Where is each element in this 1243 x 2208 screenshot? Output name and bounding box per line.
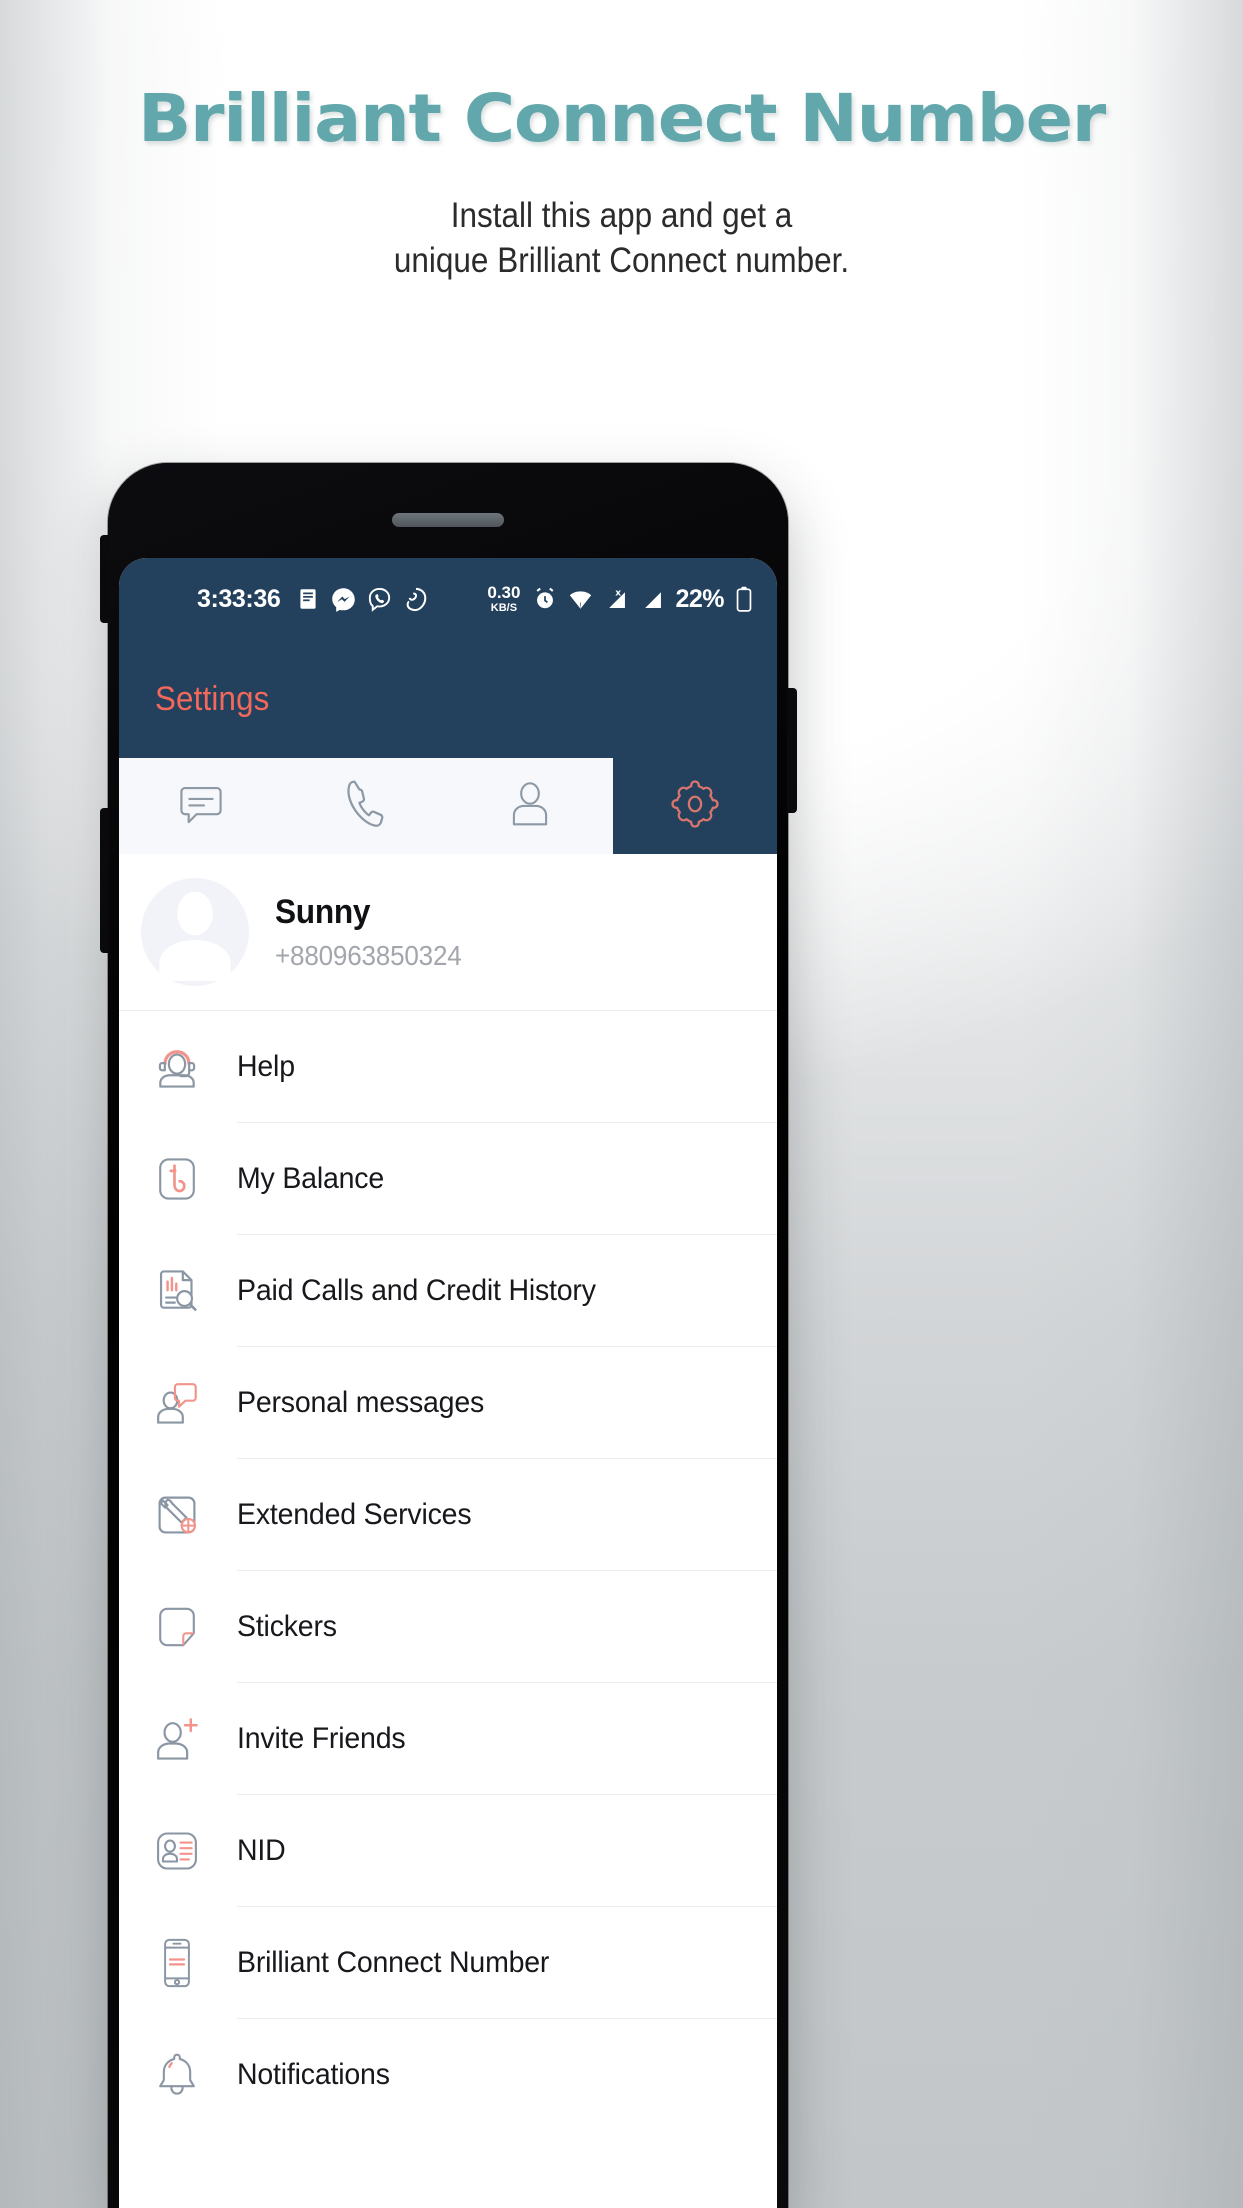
speaker-grille-icon bbox=[392, 513, 504, 527]
person-add-icon bbox=[141, 1710, 213, 1768]
menu-item-label: Extended Services bbox=[237, 1497, 472, 1531]
svg-text:x: x bbox=[616, 588, 622, 598]
support-headset-icon bbox=[141, 1038, 213, 1096]
id-card-icon bbox=[141, 1823, 213, 1879]
page-subtitle-line-1: Install this app and get a bbox=[450, 196, 793, 235]
menu-item-label: Help bbox=[237, 1049, 295, 1083]
menu-item-invite-friends[interactable]: Invite Friends bbox=[119, 1683, 777, 1795]
status-bar-right-group: 0.30 KB/S ! x 22% bbox=[487, 584, 755, 614]
person-icon bbox=[502, 776, 558, 837]
poster-headline-block: Brilliant Connect Number Install this ap… bbox=[0, 86, 1243, 284]
profile-text: Sunny +880963850324 bbox=[275, 893, 476, 972]
menu-item-label: Notifications bbox=[237, 2058, 390, 2091]
profile-name: Sunny bbox=[275, 892, 371, 931]
menu-item-notifications[interactable]: Notifications bbox=[119, 2019, 777, 2131]
page-title: Brilliant Connect Number bbox=[137, 80, 1106, 157]
tab-contacts[interactable] bbox=[448, 758, 613, 854]
battery-icon bbox=[733, 585, 755, 613]
menu-item-label: Invite Friends bbox=[237, 1721, 406, 1755]
tab-chats[interactable] bbox=[119, 758, 284, 854]
menu-label-container: My Balance bbox=[237, 1123, 777, 1235]
menu-label-container: Brilliant Connect Number bbox=[237, 1907, 777, 2019]
chat-bubble-icon bbox=[172, 775, 230, 838]
phone-button-left-lower[interactable] bbox=[100, 808, 109, 953]
menu-label-container: Personal messages bbox=[237, 1347, 777, 1459]
avatar bbox=[141, 878, 249, 986]
settings-content: Sunny +880963850324 Help My Balance Paid… bbox=[119, 854, 777, 2208]
menu-item-label: Paid Calls and Credit History bbox=[237, 1273, 596, 1307]
app-bar-title: Settings bbox=[155, 679, 270, 718]
menu-item-label: Stickers bbox=[237, 1609, 337, 1643]
menu-item-paid-calls-and-credit-history[interactable]: Paid Calls and Credit History bbox=[119, 1235, 777, 1347]
menu-item-label: Brilliant Connect Number bbox=[237, 1945, 550, 1979]
menu-item-brilliant-connect-number[interactable]: Brilliant Connect Number bbox=[119, 1907, 777, 2019]
menu-label-container: Paid Calls and Credit History bbox=[237, 1235, 777, 1347]
network-speed-unit: KB/S bbox=[490, 602, 518, 614]
sticker-icon bbox=[141, 1599, 213, 1655]
menu-item-label: My Balance bbox=[237, 1161, 385, 1195]
status-bar-left-group: 3:33:36 bbox=[197, 585, 429, 614]
tab-bar bbox=[119, 758, 777, 854]
bell-icon bbox=[141, 2047, 213, 2103]
status-bar: 3:33:36 0.30 KB/S ! x 22% bbox=[119, 558, 777, 640]
page-subtitle: Install this app and get a unique Brilli… bbox=[62, 194, 1181, 284]
taka-balance-icon bbox=[141, 1151, 213, 1207]
wrench-settings-icon bbox=[141, 1486, 213, 1544]
svg-text:!: ! bbox=[580, 601, 583, 609]
viber-icon bbox=[366, 586, 393, 613]
imo-icon bbox=[402, 586, 429, 613]
messenger-icon bbox=[330, 586, 357, 613]
document-notification-icon bbox=[295, 586, 321, 612]
wifi-icon: ! bbox=[567, 586, 594, 613]
alarm-icon bbox=[532, 586, 558, 612]
battery-percent-label: 22% bbox=[675, 584, 724, 613]
network-speed-value: 0.30 bbox=[487, 583, 521, 602]
page-subtitle-line-2: unique Brilliant Connect number. bbox=[393, 240, 850, 280]
menu-item-label: Personal messages bbox=[237, 1385, 485, 1419]
menu-label-container: Extended Services bbox=[237, 1459, 777, 1571]
profile-phone-number: +880963850324 bbox=[275, 939, 462, 971]
phone-button-right[interactable] bbox=[787, 688, 797, 813]
menu-label-container: Invite Friends bbox=[237, 1683, 777, 1795]
menu-item-extended-services[interactable]: Extended Services bbox=[119, 1459, 777, 1571]
signal-sim1-icon: x bbox=[603, 586, 630, 613]
signal-sim2-icon bbox=[639, 586, 666, 613]
profile-row[interactable]: Sunny +880963850324 bbox=[119, 854, 777, 1011]
tab-calls[interactable] bbox=[283, 758, 448, 854]
menu-label-container: Notifications bbox=[237, 2019, 777, 2131]
menu-label-container: Stickers bbox=[237, 1571, 777, 1683]
menu-item-personal-messages[interactable]: Personal messages bbox=[119, 1347, 777, 1459]
phone-handset-icon bbox=[336, 774, 396, 839]
menu-item-stickers[interactable]: Stickers bbox=[119, 1571, 777, 1683]
phone-mockup: 3:33:36 0.30 KB/S ! x 22% Settings Sunny… bbox=[100, 463, 797, 2208]
app-bar: Settings bbox=[119, 640, 777, 758]
document-search-icon bbox=[141, 1262, 213, 1320]
menu-item-my-balance[interactable]: My Balance bbox=[119, 1123, 777, 1235]
menu-item-nid[interactable]: NID bbox=[119, 1795, 777, 1907]
tab-settings[interactable] bbox=[612, 758, 777, 854]
default-avatar-icon bbox=[141, 878, 249, 986]
menu-item-label: NID bbox=[237, 1833, 286, 1867]
menu-label-container: NID bbox=[237, 1795, 777, 1907]
phone-button-left-upper[interactable] bbox=[100, 535, 109, 623]
phone-screen: 3:33:36 0.30 KB/S ! x 22% Settings Sunny… bbox=[119, 558, 777, 2208]
menu-item-help[interactable]: Help bbox=[119, 1011, 777, 1123]
menu-label-container: Help bbox=[237, 1011, 777, 1123]
person-message-icon bbox=[141, 1374, 213, 1432]
status-clock: 3:33:36 bbox=[197, 584, 281, 613]
gear-icon bbox=[666, 775, 724, 838]
network-speed-indicator: 0.30 KB/S bbox=[487, 584, 520, 614]
mobile-phone-icon bbox=[141, 1935, 213, 1991]
